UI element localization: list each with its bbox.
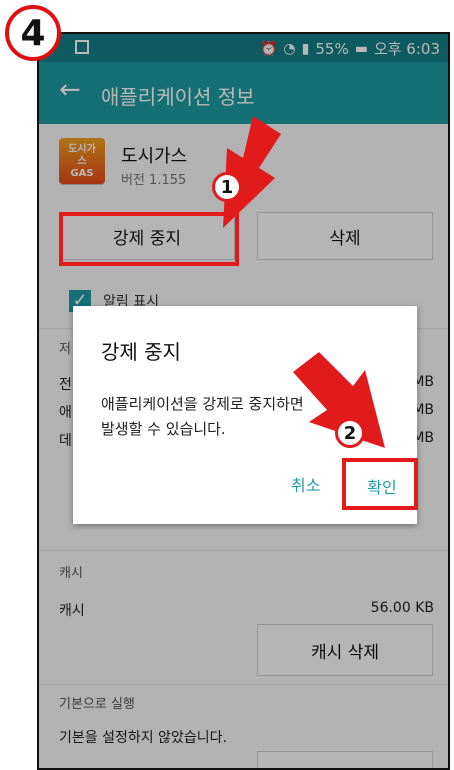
dialog-message-line: 애플리케이션을 강제로 중지하면 bbox=[101, 395, 304, 413]
dialog-title: 강제 중지 bbox=[101, 340, 181, 364]
step-4-badge: 4 bbox=[5, 5, 61, 61]
cancel-button[interactable]: 취소 bbox=[291, 472, 320, 496]
step-2-badge: 2 bbox=[335, 418, 365, 448]
force-stop-highlight bbox=[59, 212, 239, 266]
step-1-badge: 1 bbox=[212, 172, 242, 202]
confirm-highlight bbox=[342, 458, 418, 510]
arrow-2-icon bbox=[293, 352, 385, 448]
phone-screen: ⏰ ◔ ▮ 55% ▬ 오후 6:03 ← 애플리케이션 정보 도시가스 GAS … bbox=[37, 32, 450, 770]
dialog-message-line: 발생할 수 있습니다. bbox=[101, 420, 226, 438]
